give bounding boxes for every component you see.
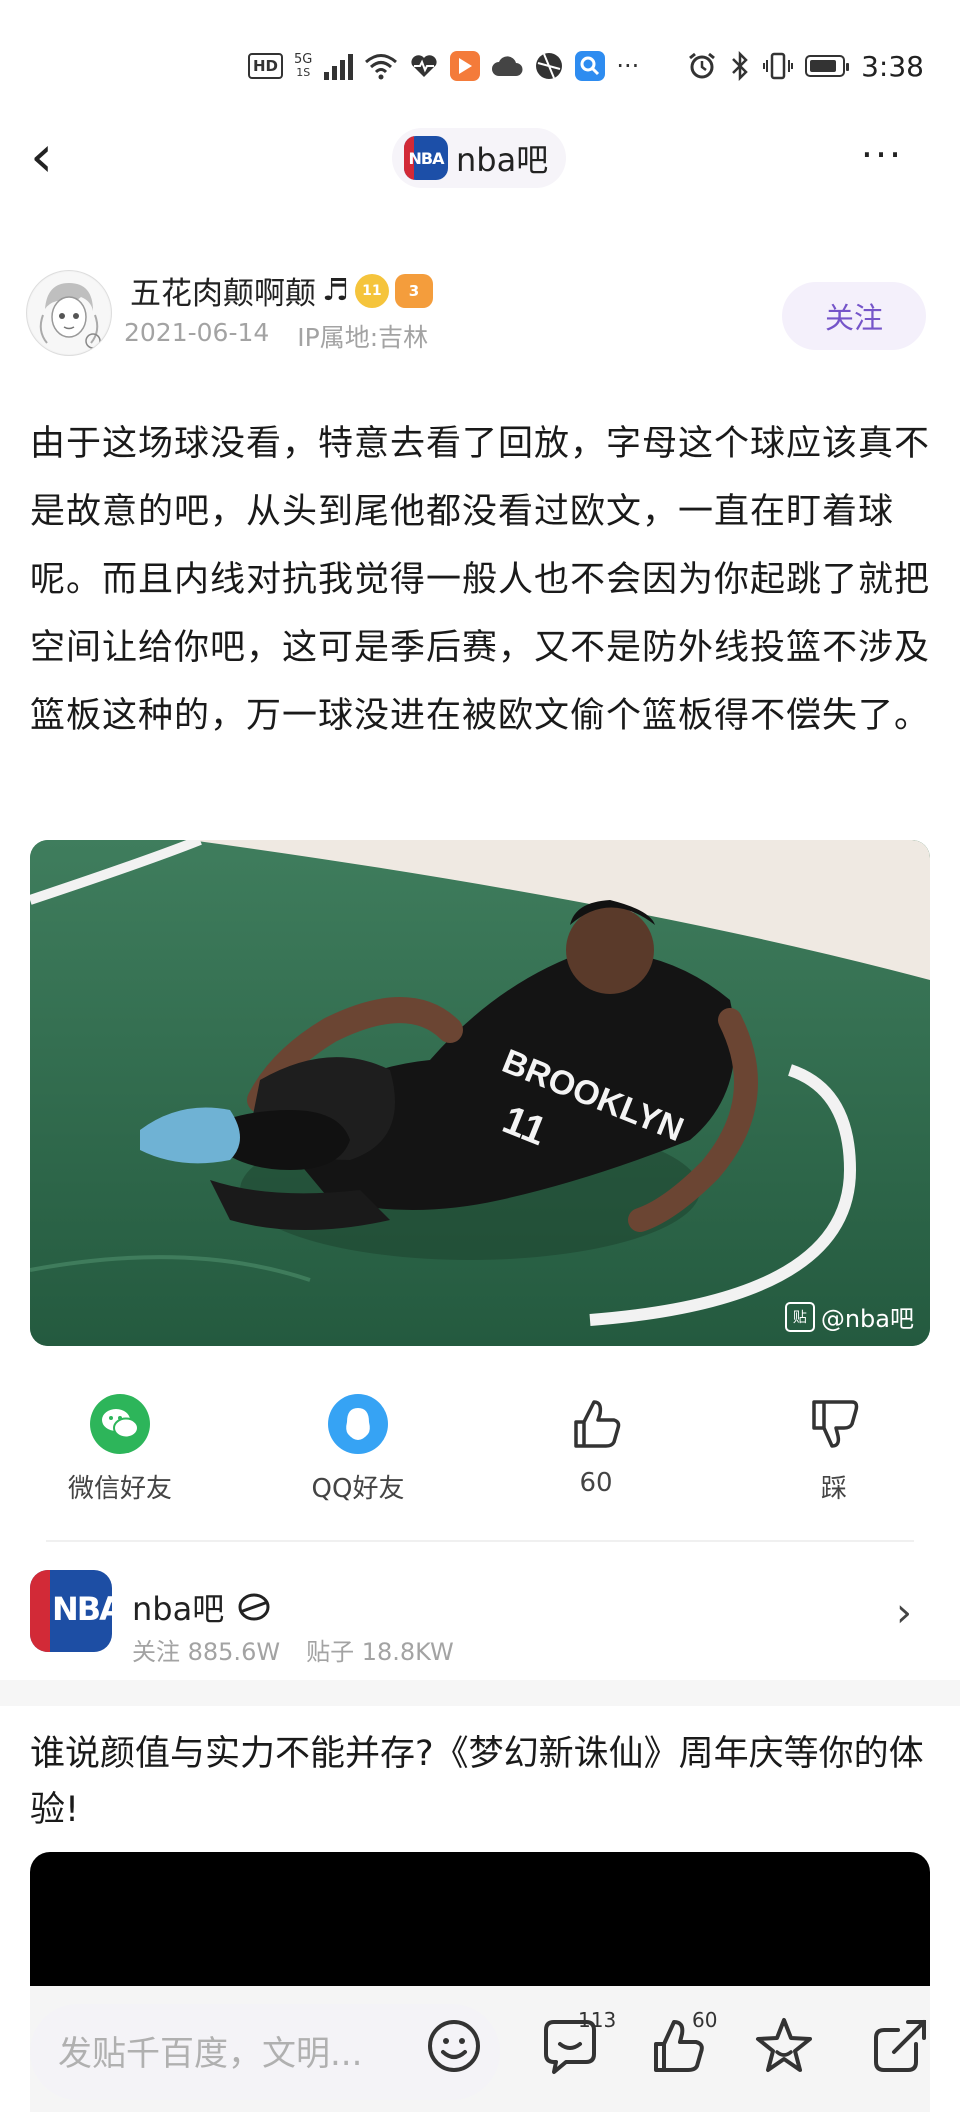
author-name: 五花肉颠啊颠: [130, 276, 316, 312]
cloud-icon: [492, 56, 523, 76]
forum-card-title[interactable]: nba吧: [132, 1584, 272, 1630]
forum-card-name: nba吧: [132, 1590, 225, 1628]
globe-app-icon: [536, 53, 563, 79]
clock: 3:38: [861, 49, 924, 83]
share-wechat-button[interactable]: 微信好友: [20, 1394, 220, 1505]
share-wechat-label: 微信好友: [67, 1474, 172, 1504]
star-icon[interactable]: [752, 2014, 816, 2078]
tieba-logo-icon: 贴: [784, 1301, 815, 1332]
network-type: 5G: [294, 52, 313, 67]
video-app-icon: [450, 51, 481, 81]
ip-location: IP属地:吉林: [297, 323, 429, 352]
emoji-icon[interactable]: [422, 2014, 486, 2078]
music-note-icon: ♬: [322, 273, 349, 308]
dislike-button[interactable]: 踩: [734, 1394, 934, 1505]
follow-button[interactable]: 关注: [782, 282, 926, 350]
post-image[interactable]: BROOKLYN 11 贴 @nba吧: [30, 840, 930, 1346]
search-app-icon: [575, 51, 606, 81]
author-avatar[interactable]: [26, 270, 112, 356]
alarm-icon: [689, 52, 716, 79]
nba-logo-icon: NBA: [404, 136, 448, 180]
forum-followers: 关注 885.6W: [132, 1638, 281, 1666]
forum-card-stats: 关注 885.6W 贴子 18.8KW: [132, 1632, 454, 1667]
forum-posts: 贴子 18.8KW: [306, 1638, 454, 1666]
section-separator: [0, 1680, 960, 1706]
qq-icon: [328, 1394, 388, 1454]
dislike-label: 踩: [820, 1474, 847, 1504]
post-body-text: 由于这场球没看，特意去看了回放，字母这个球应该真不是故意的吧，从头到尾他都没看过…: [30, 424, 931, 736]
reply-placeholder: 发贴千百度，文明...: [58, 2034, 363, 2074]
comment-button[interactable]: 113: [538, 2008, 618, 2084]
author-name-row[interactable]: 五花肉颠啊颠 ♬ 11 3: [130, 268, 433, 313]
ad-title[interactable]: 谁说颜值与实力不能并存?《梦幻新诛仙》周年庆等你的体验!: [30, 1726, 935, 1838]
forum-title-pill[interactable]: NBA nba吧: [392, 128, 567, 188]
hd-indicator: HD: [248, 53, 284, 79]
thumbs-down-icon: [804, 1394, 864, 1454]
more-options-button[interactable]: ···: [850, 130, 914, 186]
avatar-sketch-icon: [28, 272, 110, 354]
bluetooth-icon: [732, 51, 748, 81]
image-watermark: 贴 @nba吧: [784, 1299, 914, 1334]
wifi-icon: [365, 54, 398, 80]
share-qq-label: QQ好友: [311, 1474, 405, 1504]
forum-logo-text: NBA: [52, 1590, 112, 1628]
bottom-like-button[interactable]: 60: [646, 2008, 726, 2084]
divider: [46, 1540, 914, 1542]
game-badge-icon: 3: [394, 273, 433, 308]
back-button[interactable]: ‹: [30, 126, 86, 190]
battery-fill: [810, 60, 837, 72]
post-date: 2021-06-14: [124, 318, 270, 347]
comment-count: 113: [578, 2008, 617, 2032]
share-icon[interactable]: [868, 2014, 932, 2078]
heart-rate-icon: [411, 55, 437, 77]
network-sub: 1S: [296, 66, 311, 79]
forum-logo[interactable]: NBA: [30, 1570, 112, 1652]
basketball-player-photo: BROOKLYN 11: [30, 840, 930, 1346]
status-icons-left: HD 5G 1S ···: [248, 46, 639, 86]
status-icons-right: 3:38: [687, 46, 924, 86]
vibrate-icon: [763, 52, 794, 80]
chevron-right-icon[interactable]: ›: [896, 1590, 912, 1636]
like-button[interactable]: 60: [496, 1394, 696, 1498]
like-count: 60: [579, 1468, 613, 1498]
signal-icon: [324, 54, 354, 80]
level-badge-icon: 11: [354, 273, 389, 308]
nba-logo-text: NBA: [408, 148, 445, 168]
network-indicator: 5G 1S: [294, 53, 312, 79]
bottom-like-count: 60: [692, 2008, 718, 2032]
watermark-text: @nba吧: [820, 1305, 914, 1333]
status-bar: HD 5G 1S ··· 3:38: [0, 0, 960, 130]
official-badge-icon: [238, 1593, 270, 1621]
share-qq-button[interactable]: QQ好友: [258, 1394, 458, 1505]
battery-icon: [805, 55, 850, 77]
more-notifications-icon: ···: [616, 52, 640, 80]
wechat-icon: [90, 1394, 150, 1454]
forum-name: nba吧: [456, 141, 549, 179]
author-meta: 2021-06-14 IP属地:吉林: [124, 318, 428, 354]
thumbs-up-icon: [566, 1394, 626, 1454]
